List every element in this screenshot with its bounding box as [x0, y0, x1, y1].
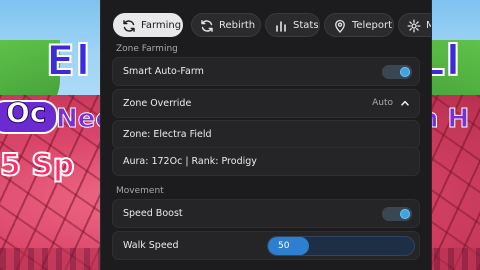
- section-header-zone-farming: Zone Farming: [116, 44, 178, 54]
- tab-bar: Farming Rebirth Stats Teleport: [111, 13, 431, 39]
- tab-label: Farming: [141, 20, 182, 31]
- toggle-knob: [400, 209, 410, 219]
- toggle-knob: [400, 67, 410, 77]
- zone-override-label: Zone Override: [123, 98, 192, 109]
- tab-label: Teleport: [352, 20, 392, 31]
- zone-override-value: Auto: [372, 98, 393, 108]
- walk-speed-value: 50: [278, 241, 290, 251]
- tab-misc[interactable]: Mi: [398, 13, 431, 38]
- tab-rebirth[interactable]: Rebirth: [191, 13, 261, 37]
- speed-boost-row[interactable]: Speed Boost: [112, 199, 420, 228]
- refresh-icon: [123, 20, 135, 32]
- tab-label: Stats: [293, 20, 319, 31]
- tab-stats[interactable]: Stats: [265, 13, 320, 37]
- aura-info-text: Aura: 172Oc | Rank: Prodigy: [123, 156, 257, 167]
- smart-auto-farm-row[interactable]: Smart Auto-Farm: [112, 57, 420, 86]
- world-banner-text-left: El: [45, 35, 92, 86]
- zone-info-row: Zone: Electra Field: [112, 120, 420, 149]
- walk-speed-row: Walk Speed 50: [112, 231, 420, 260]
- speed-display-text: 5 Sp: [0, 147, 75, 184]
- walk-speed-label: Walk Speed: [123, 240, 179, 251]
- speed-boost-toggle[interactable]: [382, 207, 412, 221]
- smart-auto-farm-toggle[interactable]: [382, 65, 412, 79]
- refresh-icon: [201, 20, 213, 32]
- walk-speed-slider[interactable]: 50: [267, 236, 415, 256]
- section-header-movement: Movement: [116, 186, 164, 196]
- script-panel: Farming Rebirth Stats Teleport Zone Farm…: [100, 0, 432, 270]
- map-pin-icon: [335, 19, 345, 33]
- bar-chart-icon: [276, 21, 286, 32]
- tab-farming[interactable]: Farming: [113, 13, 183, 37]
- zone-override-dropdown[interactable]: Zone Override Auto: [112, 89, 420, 118]
- chevron-up-icon: [401, 100, 409, 106]
- speed-boost-label: Speed Boost: [123, 208, 183, 219]
- currency-text: Oc: [5, 96, 47, 130]
- tab-teleport[interactable]: Teleport: [324, 13, 394, 37]
- tab-label: Rebirth: [219, 20, 256, 31]
- gear-icon: [407, 19, 421, 33]
- smart-auto-farm-label: Smart Auto-Farm: [123, 66, 204, 77]
- aura-info-row: Aura: 172Oc | Rank: Prodigy: [112, 147, 420, 176]
- zone-info-text: Zone: Electra Field: [123, 129, 212, 140]
- tab-label: Mi: [426, 14, 431, 38]
